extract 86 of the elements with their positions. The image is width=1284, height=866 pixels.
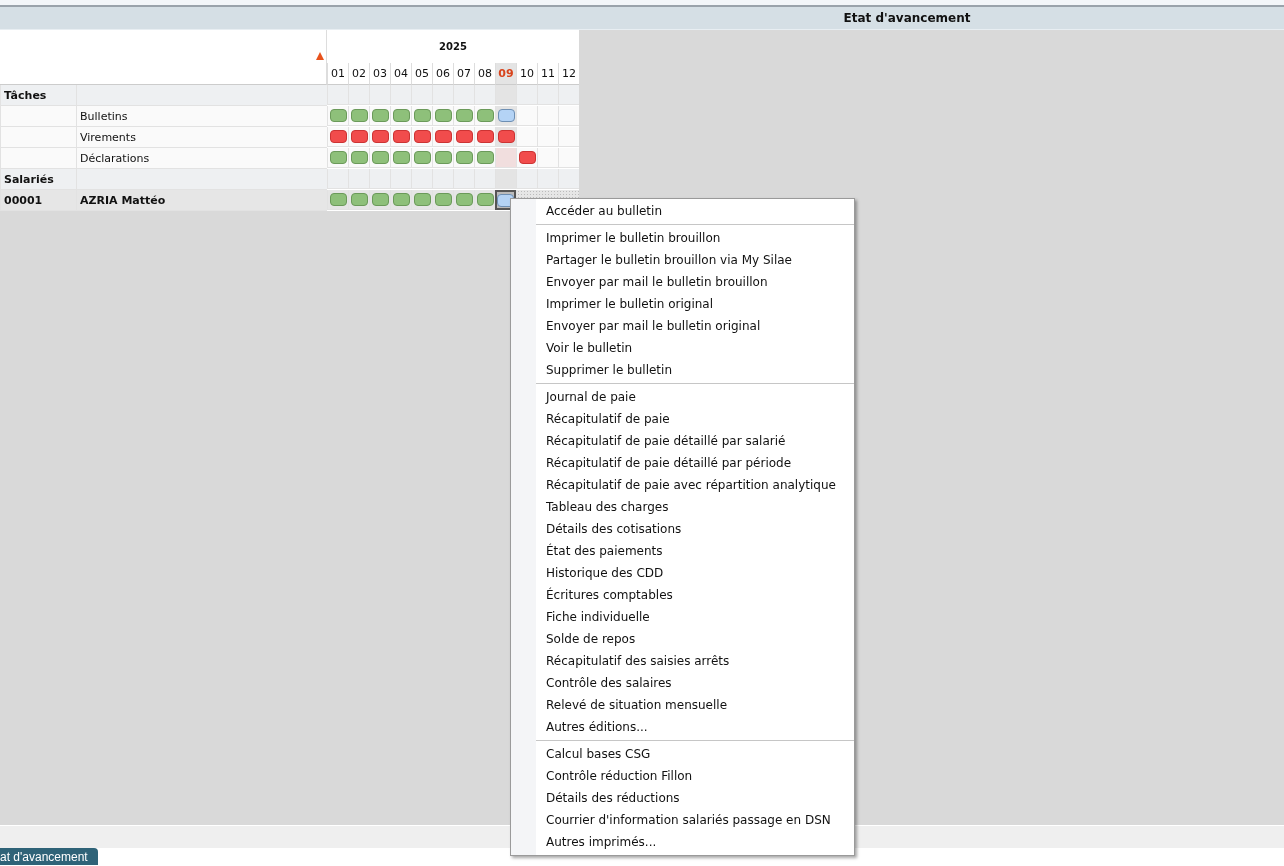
- status-pill-icon: [371, 151, 389, 164]
- menu-item[interactable]: Contrôle des salaires: [511, 672, 854, 694]
- month-header: 09: [495, 62, 516, 85]
- row-label: AZRIA Mattéo: [80, 193, 166, 207]
- status-pill-icon: [329, 193, 347, 206]
- sort-icon[interactable]: [316, 52, 324, 60]
- status-pill-icon: [455, 193, 473, 206]
- status-pill-icon: [413, 109, 431, 122]
- menu-item[interactable]: Courrier d'information salariés passage en DSN: [511, 809, 854, 831]
- menu-item[interactable]: État des paiements: [511, 540, 854, 562]
- menu-item[interactable]: Fiche individuelle: [511, 606, 854, 628]
- menu-item[interactable]: Détails des réductions: [511, 787, 854, 809]
- status-pill-icon: [434, 151, 452, 164]
- status-pill-icon: [350, 130, 368, 143]
- month-header: 12: [558, 62, 579, 85]
- row-code: 00001: [4, 193, 43, 207]
- menu-item[interactable]: Récapitulatif de paie avec répartition analytique: [511, 474, 854, 496]
- menu-item[interactable]: Détails des cotisations: [511, 518, 854, 540]
- status-pill-icon: [434, 193, 452, 206]
- month-header: 10: [516, 62, 537, 85]
- row-code: Salariés: [4, 172, 54, 186]
- row-label: Virements: [80, 130, 136, 144]
- status-pill-icon: [497, 130, 515, 143]
- month-header: 04: [390, 62, 411, 85]
- status-pill-icon: [350, 193, 368, 206]
- status-pill-icon: [476, 193, 494, 206]
- bottom-tab[interactable]: at d'avancement: [0, 848, 98, 865]
- menu-item[interactable]: Accéder au bulletin: [511, 200, 854, 222]
- status-pill-icon: [329, 109, 347, 122]
- status-pill-icon: [350, 109, 368, 122]
- month-header: 11: [537, 62, 558, 85]
- status-pill-icon: [518, 151, 536, 164]
- menu-item[interactable]: Supprimer le bulletin: [511, 359, 854, 381]
- menu-item[interactable]: Imprimer le bulletin original: [511, 293, 854, 315]
- window-title: Etat d'avancement: [843, 11, 971, 25]
- menu-item[interactable]: Contrôle réduction Fillon: [511, 765, 854, 787]
- menu-item[interactable]: Récapitulatif de paie: [511, 408, 854, 430]
- month-header: 06: [432, 62, 453, 85]
- menu-item[interactable]: Récapitulatif des saisies arrêts: [511, 650, 854, 672]
- month-header: 01: [327, 62, 348, 85]
- status-pill-icon: [329, 151, 347, 164]
- menu-item[interactable]: Autres imprimés...: [511, 831, 854, 853]
- status-pill-icon: [371, 109, 389, 122]
- menu-item[interactable]: Voir le bulletin: [511, 337, 854, 359]
- status-pill-icon: [455, 151, 473, 164]
- menu-item[interactable]: Écritures comptables: [511, 584, 854, 606]
- row-code: Tâches: [4, 88, 47, 102]
- menu-item[interactable]: Relevé de situation mensuelle: [511, 694, 854, 716]
- menu-item[interactable]: Récapitulatif de paie détaillé par salarié: [511, 430, 854, 452]
- status-pill-icon: [392, 193, 410, 206]
- status-pill-icon: [329, 130, 347, 143]
- status-pill-icon: [413, 151, 431, 164]
- row-label: Déclarations: [80, 151, 150, 165]
- status-pill-icon: [392, 130, 410, 143]
- month-header: 07: [453, 62, 474, 85]
- status-pill-icon: [476, 109, 494, 122]
- month-header: 05: [411, 62, 432, 85]
- menu-item[interactable]: Envoyer par mail le bulletin original: [511, 315, 854, 337]
- status-pill-icon: [434, 130, 452, 143]
- menu-item[interactable]: Partager le bulletin brouillon via My Silae: [511, 249, 854, 271]
- menu-item[interactable]: Envoyer par mail le bulletin brouillon: [511, 271, 854, 293]
- status-pill-icon: [350, 151, 368, 164]
- status-pill-icon: [476, 130, 494, 143]
- status-pill-icon: [434, 109, 452, 122]
- status-pill-icon: [413, 130, 431, 143]
- menu-item[interactable]: Imprimer le bulletin brouillon: [511, 227, 854, 249]
- status-pill-icon: [497, 109, 515, 122]
- status-pill-icon: [392, 151, 410, 164]
- status-pill-icon: [392, 109, 410, 122]
- status-pill-icon: [371, 193, 389, 206]
- menu-item[interactable]: Historique des CDD: [511, 562, 854, 584]
- menu-item[interactable]: Calcul bases CSG: [511, 743, 854, 765]
- status-pill-icon: [476, 151, 494, 164]
- status-pill-icon: [455, 109, 473, 122]
- menu-item[interactable]: Solde de repos: [511, 628, 854, 650]
- menu-item[interactable]: Journal de paie: [511, 386, 854, 408]
- month-header: 02: [348, 62, 369, 85]
- status-pill-icon: [455, 130, 473, 143]
- menu-item[interactable]: Tableau des charges: [511, 496, 854, 518]
- status-pill-icon: [413, 193, 431, 206]
- year-header: 2025: [438, 39, 468, 54]
- row-label: Bulletins: [80, 109, 128, 123]
- status-pill-icon: [371, 130, 389, 143]
- menu-item[interactable]: Autres éditions...: [511, 716, 854, 738]
- month-header: 03: [369, 62, 390, 85]
- menu-item[interactable]: Récapitulatif de paie détaillé par période: [511, 452, 854, 474]
